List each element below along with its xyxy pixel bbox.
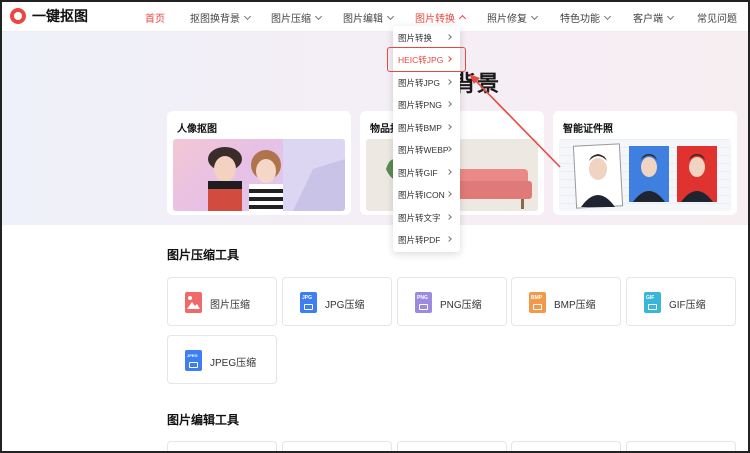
tool-label: JPEG压缩 — [210, 358, 257, 369]
chevron-right-icon — [446, 34, 452, 40]
menu-item-label: 图片转PDF — [398, 235, 441, 245]
logo-text: 一键抠图 — [32, 8, 88, 24]
nav-label: 常见问题 — [697, 14, 737, 25]
menu-item-to-text[interactable]: 图片转文字 — [393, 208, 460, 228]
nav-item-repair[interactable]: 照片修复 — [487, 10, 539, 25]
nav-label: 特色功能 — [560, 14, 600, 25]
menu-item-to-png[interactable]: 图片转PNG — [393, 95, 460, 115]
id-photo-samples — [559, 139, 731, 211]
two-girls-illustration — [208, 139, 345, 211]
section-title-compress: 图片压缩工具 — [167, 248, 240, 262]
menu-item-label: 图片转WEBP — [398, 145, 449, 155]
chevron-down-icon — [666, 12, 675, 20]
tool-label: BMP压缩 — [554, 300, 596, 311]
chevron-right-icon — [446, 101, 452, 107]
tool-label: 图片压缩 — [210, 300, 250, 311]
chevron-down-icon — [386, 12, 395, 20]
gif-file-icon: GIF — [644, 292, 661, 313]
card-title: 人像抠图 — [177, 124, 217, 135]
tool-label: PNG压缩 — [440, 300, 482, 311]
chevron-right-icon — [446, 124, 452, 130]
chevron-down-icon — [314, 12, 323, 20]
card-id-photo[interactable]: 智能证件照 — [553, 111, 737, 215]
nav-item-compress[interactable]: 图片压缩 — [271, 10, 323, 25]
menu-item-label: 图片转ICON — [398, 190, 445, 200]
tool-png-compress[interactable]: PNG PNG压缩 — [397, 277, 507, 326]
chevron-down-icon — [243, 12, 252, 20]
tool-jpg-compress[interactable]: JPG JPG压缩 — [282, 277, 392, 326]
tool-gif-compress[interactable]: GIF GIF压缩 — [626, 277, 736, 326]
nav-label: 图片压缩 — [271, 14, 311, 25]
image-icon — [185, 292, 202, 313]
tool-image-compress[interactable]: 图片压缩 — [167, 277, 277, 326]
file-tag: JPG — [302, 295, 313, 301]
annotation-highlight-box — [387, 47, 466, 72]
nav-label: 图片编辑 — [343, 14, 383, 25]
tool-card-partial[interactable] — [626, 441, 736, 453]
nav-label: 照片修复 — [487, 14, 527, 25]
chevron-down-icon — [603, 12, 612, 20]
png-file-icon: PNG — [415, 292, 432, 313]
tool-card-partial[interactable] — [282, 441, 392, 453]
file-tag: JPEG — [187, 353, 198, 358]
tool-card-partial[interactable] — [397, 441, 507, 453]
chevron-up-icon — [458, 14, 467, 23]
menu-item-to-pdf[interactable]: 图片转PDF — [393, 230, 460, 250]
nav-label: 图片转换 — [415, 14, 455, 25]
chevron-right-icon — [446, 79, 452, 85]
menu-item-label: 图片转GIF — [398, 168, 438, 178]
logo-icon — [10, 8, 26, 24]
chevron-down-icon — [530, 12, 539, 20]
top-nav-bar: 一键抠图 首页 抠图换背景 图片压缩 图片编辑 图片转换 照片修复 特色功能 客… — [0, 0, 750, 32]
nav-item-features[interactable]: 特色功能 — [560, 10, 612, 25]
tool-card-partial[interactable] — [167, 441, 277, 453]
menu-item-image-convert[interactable]: 图片转换 — [393, 28, 460, 48]
tool-label: GIF压缩 — [669, 300, 706, 311]
nav-label: 抠图换背景 — [190, 14, 240, 25]
file-tag: BMP — [531, 295, 543, 301]
chevron-right-icon — [446, 236, 452, 242]
tool-bmp-compress[interactable]: BMP BMP压缩 — [511, 277, 621, 326]
nav-item-edit[interactable]: 图片编辑 — [343, 10, 395, 25]
tool-card-partial[interactable] — [511, 441, 621, 453]
chevron-right-icon — [446, 214, 452, 220]
nav-item-faq[interactable]: 常见问题 — [697, 10, 737, 25]
menu-item-to-jpg[interactable]: 图片转JPG — [393, 73, 460, 93]
menu-item-to-bmp[interactable]: 图片转BMP — [393, 118, 460, 138]
menu-item-label: 图片转换 — [398, 33, 433, 43]
nav-item-cutout[interactable]: 抠图换背景 — [190, 10, 252, 25]
site-logo[interactable]: 一键抠图 — [10, 6, 88, 26]
file-tag: PNG — [417, 295, 428, 301]
menu-item-label: 图片转BMP — [398, 123, 442, 133]
jpg-file-icon: JPG — [300, 292, 317, 313]
menu-item-to-webp[interactable]: 图片转WEBP — [393, 140, 460, 160]
file-tag: GIF — [646, 295, 655, 301]
menu-item-to-gif[interactable]: 图片转GIF — [393, 163, 460, 183]
card-title: 智能证件照 — [563, 124, 613, 135]
nav-item-convert[interactable]: 图片转换 — [415, 10, 467, 25]
menu-item-to-icon[interactable]: 图片转ICON — [393, 185, 460, 205]
nav-item-home[interactable]: 首页 — [145, 10, 165, 25]
nav-label: 首页 — [145, 14, 165, 25]
chevron-right-icon — [446, 169, 452, 175]
jpeg-file-icon: JPEG — [185, 350, 202, 371]
menu-item-label: 图片转JPG — [398, 78, 441, 88]
id-photos-illustration — [572, 143, 717, 209]
bmp-file-icon: BMP — [529, 292, 546, 313]
nav-label: 客户端 — [633, 14, 663, 25]
menu-item-label: 图片转PNG — [398, 100, 442, 110]
menu-item-label: 图片转文字 — [398, 213, 441, 223]
nav-item-client[interactable]: 客户端 — [633, 10, 675, 25]
section-title-edit: 图片编辑工具 — [167, 413, 240, 427]
tool-jpeg-compress[interactable]: JPEG JPEG压缩 — [167, 335, 277, 384]
card-portrait-cutout[interactable]: 人像抠图 — [167, 111, 351, 215]
tool-label: JPG压缩 — [325, 300, 365, 311]
chevron-right-icon — [446, 191, 452, 197]
portrait-photo — [173, 139, 345, 211]
